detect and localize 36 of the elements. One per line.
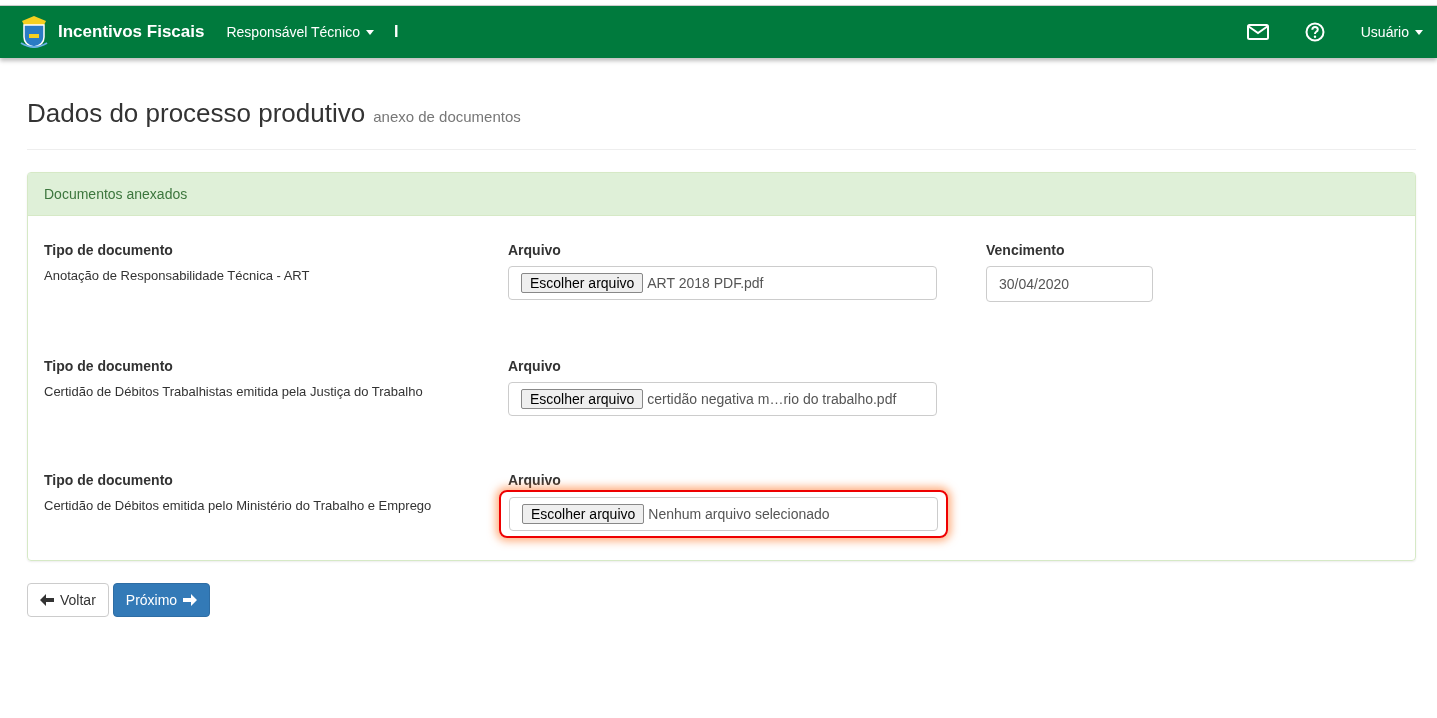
nav-separator: I [394,23,399,41]
file-input[interactable]: Escolher arquivo certidão negativa m…rio do trabalho.pdf [508,382,937,416]
field-label: Arquivo [508,242,562,258]
caret-icon [366,29,375,35]
choose-file-button[interactable]: Escolher arquivo [522,504,645,524]
date-field[interactable]: 30/04/2020 [986,266,1153,302]
field-label: Tipo de documento [44,472,174,488]
back-button[interactable]: Voltar [27,583,109,617]
document-type: Anotação de Responsabilidade Técnica - ART [44,267,311,285]
field-label: Tipo de documento [44,358,174,374]
field-label: Arquivo [508,472,562,488]
panel-heading: Documentos anexados [28,173,1415,216]
arrow-right-icon [183,594,198,606]
field-label: Vencimento [986,242,1066,258]
page-title: Dados do processo produtivo [27,98,366,129]
coat-of-arms-logo [18,15,50,49]
caret-icon [1415,29,1423,35]
app-title: Incentivos Fiscais [58,22,205,42]
field-label: Tipo de documento [44,242,174,258]
role-menu[interactable]: Responsável Técnico [226,24,375,40]
next-button[interactable]: Próximo [112,583,211,617]
file-name: Nenhum arquivo selecionado [648,506,830,522]
file-input[interactable]: Escolher arquivo ART 2018 PDF.pdf [508,266,937,300]
document-type: Certidão de Débitos emitida pelo Ministério do Trabalho e Emprego [44,497,433,515]
arrow-left-icon [40,594,54,606]
page-subtitle: anexo de documentos [373,108,521,125]
file-name: ART 2018 PDF.pdf [647,275,764,291]
file-input[interactable]: Escolher arquivo Nenhum arquivo selecionado [509,497,938,531]
help-icon[interactable] [1304,22,1325,42]
file-name: certidão negativa m…rio do trabalho.pdf [647,391,897,407]
mail-icon[interactable] [1246,24,1269,40]
choose-file-button[interactable]: Escolher arquivo [521,273,644,293]
field-label: Arquivo [508,358,562,374]
user-menu[interactable]: Usuário [1360,24,1423,40]
document-type: Certidão de Débitos Trabalhistas emitida pela Justiça do Trabalho [44,383,424,401]
choose-file-button[interactable]: Escolher arquivo [521,389,644,409]
